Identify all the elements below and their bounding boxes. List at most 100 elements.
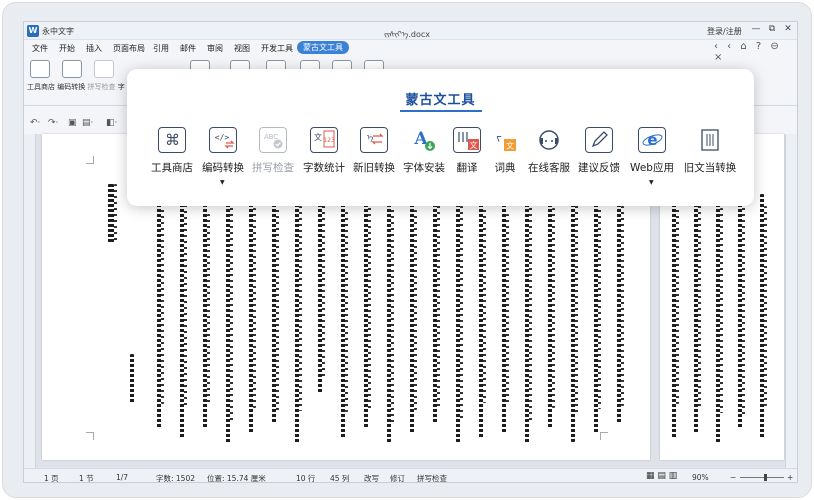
svg-text:文: 文 bbox=[506, 141, 514, 151]
print-preview-icon[interactable]: ▣ bbox=[68, 118, 77, 128]
minimize-button[interactable]: — bbox=[749, 24, 763, 34]
ribbon-code-convert-icon[interactable] bbox=[62, 60, 82, 78]
translate-icon: 文 bbox=[453, 127, 481, 153]
app-logo-icon: W bbox=[27, 25, 39, 37]
status-column: 45 列 bbox=[330, 474, 350, 483]
status-page-of: 1/7 bbox=[116, 473, 129, 482]
tool-translate[interactable]: 文 翻译 bbox=[449, 127, 485, 175]
screenshot-frame: W 永中文字 ᠵᠢᠰᠢᠶ᠎ᠡ.docx 登录/注册 — ⧉ ✕ 文件 开始 插入… bbox=[2, 2, 812, 498]
tool-code-convert[interactable]: </> 编码转换 ▼ bbox=[199, 127, 247, 186]
zoom-level[interactable]: 90% bbox=[692, 473, 709, 482]
menu-bar: 文件 开始 插入 页面布局 引用 邮件 审阅 视图 开发工具 蒙古文工具 ‹ ‹… bbox=[24, 40, 797, 63]
chevron-down-icon[interactable]: ▼ bbox=[220, 179, 225, 186]
menu-page-layout[interactable]: 页面布局 bbox=[113, 43, 145, 54]
tool-label: 词典 bbox=[494, 162, 516, 174]
zoom-out-button[interactable]: − bbox=[730, 473, 736, 482]
svg-text:⌘: ⌘ bbox=[165, 131, 180, 149]
ribbon-labels: 工具商店 编码转换 拼写检查 字 bbox=[27, 82, 125, 92]
ribbon-label-count[interactable]: 字 bbox=[118, 83, 125, 91]
spell-check-icon: ABC bbox=[259, 127, 287, 153]
tool-web-app[interactable]: e Web应用 ▼ bbox=[627, 127, 677, 186]
status-word-count[interactable]: 字数: 1502 bbox=[156, 473, 195, 482]
panel-title: 蒙古文工具 bbox=[405, 93, 476, 108]
tool-label: 新旧转换 bbox=[353, 162, 395, 174]
view-mode-icons[interactable]: ▦ ▤ ▥ bbox=[646, 471, 677, 481]
tool-label: 建议反馈 bbox=[578, 162, 620, 174]
menu-mailings[interactable]: 邮件 bbox=[180, 43, 196, 54]
svg-text:文: 文 bbox=[314, 132, 322, 142]
tool-online-service[interactable]: 在线客服 bbox=[525, 127, 573, 175]
login-register-link[interactable]: 登录/注册 bbox=[707, 26, 742, 37]
tool-label: 字数统计 bbox=[303, 162, 345, 174]
old-new-convert-icon: ᠡ bbox=[360, 127, 388, 153]
tool-spell-check: ABC 拼写检查 bbox=[249, 127, 297, 175]
svg-text:e: e bbox=[647, 131, 657, 149]
menu-file[interactable]: 文件 bbox=[32, 43, 48, 54]
font-install-icon: A bbox=[410, 127, 438, 153]
zoom-slider-handle[interactable] bbox=[764, 474, 767, 481]
tool-dictionary[interactable]: ᠵ文 词典 bbox=[487, 127, 523, 175]
status-revision[interactable]: 修订 bbox=[390, 473, 405, 482]
ribbon-spell-check-icon bbox=[94, 60, 114, 78]
menu-mongolian-tools[interactable]: 蒙古文工具 bbox=[297, 41, 349, 54]
status-position: 位置: 15.74 厘米 bbox=[207, 474, 266, 483]
command-icon: ⌘ bbox=[158, 127, 186, 153]
menu-view[interactable]: 视图 bbox=[234, 43, 250, 54]
pen-feedback-icon bbox=[585, 127, 613, 153]
status-section: 1 节 bbox=[79, 474, 94, 483]
status-row: 10 行 bbox=[296, 474, 316, 483]
title-bar: W 永中文字 ᠵᠢᠰᠢᠶ᠎ᠡ.docx 登录/注册 — ⧉ ✕ bbox=[24, 22, 797, 40]
svg-text:文: 文 bbox=[469, 140, 477, 150]
ribbon-label-spell: 拼写检查 bbox=[87, 83, 116, 91]
tool-label: 拼写检查 bbox=[252, 162, 294, 174]
zoom-slider-track[interactable] bbox=[740, 477, 784, 478]
panel-title-underline bbox=[400, 110, 482, 112]
word-count-icon: 文 123 bbox=[310, 127, 338, 153]
tool-font-install[interactable]: A 字体安装 bbox=[400, 127, 448, 175]
menu-review[interactable]: 审阅 bbox=[207, 43, 223, 54]
svg-text:123: 123 bbox=[323, 137, 335, 144]
tool-old-document-convert[interactable]: 旧文当转换 bbox=[679, 127, 741, 175]
code-convert-icon: </> bbox=[209, 127, 237, 153]
vertical-scrollbar[interactable] bbox=[785, 134, 797, 468]
mongolian-tools-panel: 蒙古文工具 ⌘ 工具商店 </> 编码转换 ▼ ABC 拼写检查 文 123 字数… bbox=[127, 69, 754, 206]
close-button[interactable]: ✕ bbox=[781, 24, 795, 34]
dictionary-icon: ᠵ文 bbox=[491, 127, 519, 153]
tool-label: Web应用 bbox=[630, 162, 674, 174]
status-page: 1 页 bbox=[44, 474, 59, 483]
format-icon[interactable]: ◧· bbox=[106, 118, 117, 128]
ribbon-command-icon[interactable] bbox=[30, 60, 50, 78]
tool-label: 翻译 bbox=[456, 162, 478, 174]
undo-icon[interactable]: ↶· bbox=[30, 118, 40, 128]
tool-word-count[interactable]: 文 123 字数统计 bbox=[299, 127, 349, 175]
menu-references[interactable]: 引用 bbox=[153, 43, 169, 54]
redo-icon[interactable]: ↷· bbox=[48, 118, 58, 128]
menu-home[interactable]: 开始 bbox=[59, 43, 75, 54]
margin-mark bbox=[86, 156, 94, 164]
ribbon-label-store[interactable]: 工具商店 bbox=[27, 83, 55, 91]
headset-icon bbox=[535, 127, 563, 153]
restore-button[interactable]: ⧉ bbox=[765, 24, 779, 34]
app-name: 永中文字 bbox=[42, 27, 74, 36]
ribbon-label-encode[interactable]: 编码转换 bbox=[57, 83, 85, 91]
status-overwrite[interactable]: 改写 bbox=[364, 473, 379, 482]
tool-store[interactable]: ⌘ 工具商店 bbox=[147, 127, 197, 175]
svg-text:ABC: ABC bbox=[263, 133, 277, 141]
tool-label: 旧文当转换 bbox=[683, 162, 737, 174]
chevron-down-icon[interactable]: ▼ bbox=[649, 179, 654, 186]
menu-insert[interactable]: 插入 bbox=[86, 43, 102, 54]
status-spell-check[interactable]: 拼写检查 bbox=[417, 473, 447, 482]
old-document-icon bbox=[696, 127, 724, 153]
svg-text:</>: </> bbox=[214, 133, 229, 142]
tool-old-new-convert[interactable]: ᠡ 新旧转换 bbox=[350, 127, 398, 175]
tool-feedback[interactable]: 建议反馈 bbox=[575, 127, 623, 175]
svg-text:ᠵ: ᠵ bbox=[496, 131, 501, 144]
tool-label: 在线客服 bbox=[528, 162, 570, 174]
status-bar: 1 页 1 节 1/7 字数: 1502 位置: 15.74 厘米 10 行 4… bbox=[24, 468, 797, 483]
zoom-in-button[interactable]: + bbox=[787, 473, 793, 482]
svg-text:ᠡ: ᠡ bbox=[366, 133, 373, 142]
menu-developer[interactable]: 开发工具 bbox=[261, 43, 293, 54]
save-icon[interactable]: ▤· bbox=[82, 118, 93, 128]
tool-label: 工具商店 bbox=[151, 162, 193, 174]
tool-label: 编码转换 bbox=[202, 162, 244, 174]
